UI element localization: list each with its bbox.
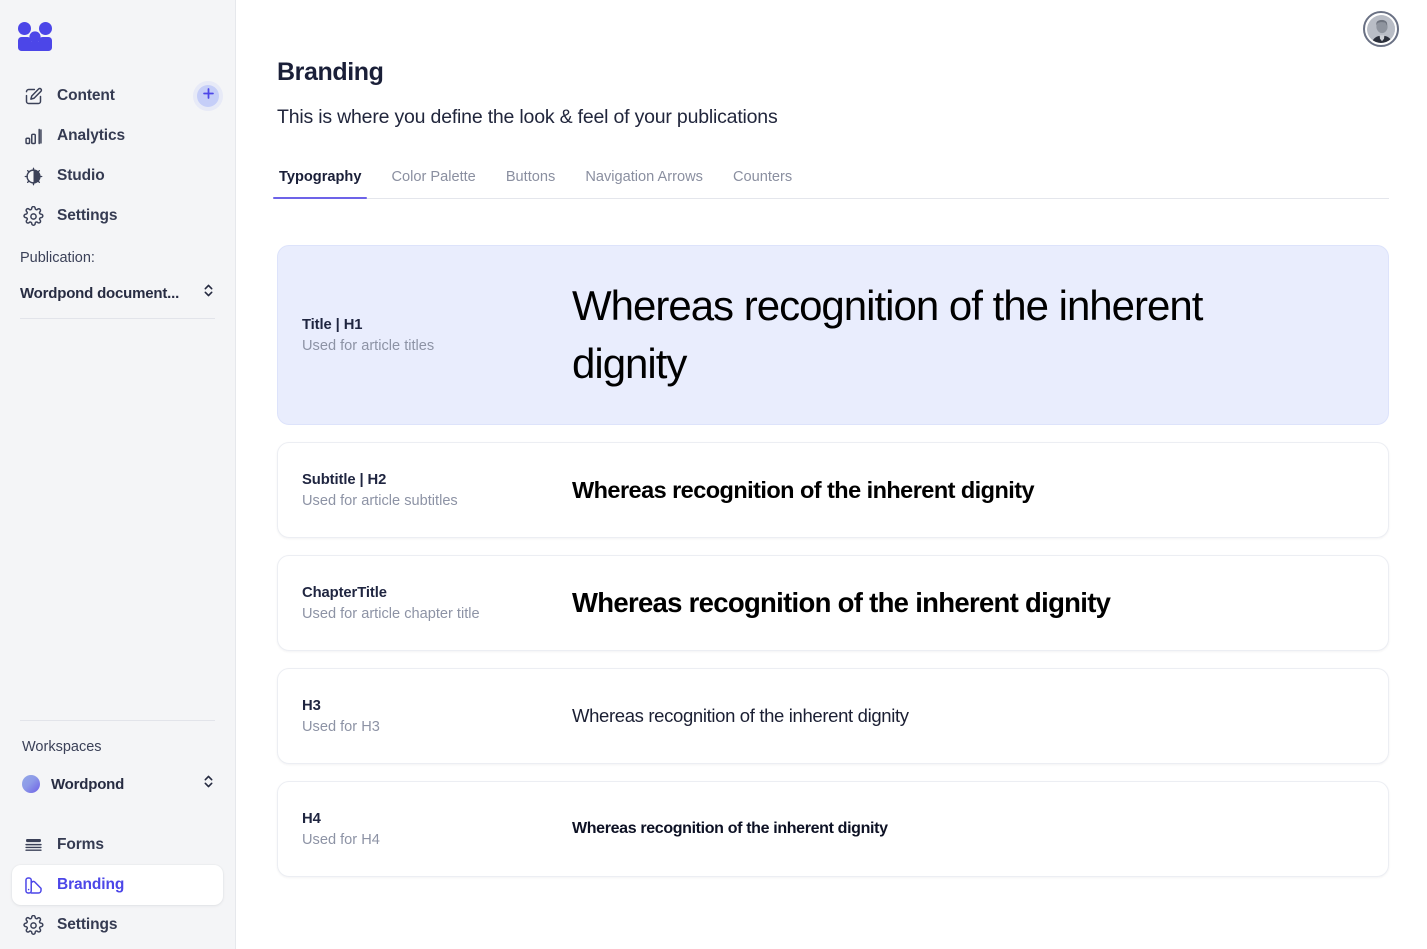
sample-text: Whereas recognition of the inherent dign… [572, 820, 888, 837]
tab-bar: Typography Color Palette Buttons Navigat… [272, 169, 1389, 199]
bar-chart-icon [22, 125, 44, 147]
sample-text: Whereas recognition of the inherent dign… [572, 476, 1035, 503]
add-content-button[interactable] [197, 85, 219, 107]
main-content: Branding This is where you define the lo… [236, 0, 1427, 949]
gear-icon [22, 914, 44, 936]
tab-navigation-arrows[interactable]: Navigation Arrows [583, 169, 705, 198]
logo-wrapper[interactable] [0, 0, 235, 62]
sidebar-item-analytics[interactable]: Analytics [12, 116, 223, 156]
sidebar-divider [20, 720, 215, 721]
sidebar-item-label: Analytics [57, 127, 126, 144]
chevron-up-down-icon [202, 282, 215, 304]
workspace-select[interactable]: Wordpond [0, 769, 235, 799]
card-sample: Whereas recognition of the inherent dign… [572, 820, 1364, 838]
tab-typography[interactable]: Typography [272, 169, 368, 199]
chevron-up-down-icon [202, 773, 215, 795]
sidebar-item-label: Branding [57, 876, 125, 893]
workspace-selected-value: Wordpond [51, 775, 125, 793]
publication-section: Publication: Wordpond document... [0, 236, 235, 319]
publication-select[interactable]: Wordpond document... [20, 282, 215, 319]
publication-label: Publication: [20, 250, 95, 266]
typography-card-h4[interactable]: H4 Used for H4 Whereas recognition of th… [277, 781, 1389, 877]
app-root: Content Analytics Studio Settings Public… [0, 0, 1427, 949]
user-avatar-icon [1367, 15, 1395, 43]
card-sample: Whereas recognition of the inherent dign… [572, 705, 1364, 727]
card-meta: Title | H1 Used for article titles [302, 317, 572, 354]
card-style-description: Used for article titles [302, 337, 435, 354]
sample-text: Whereas recognition of the inherent dign… [572, 705, 909, 726]
tab-buttons[interactable]: Buttons [504, 169, 558, 198]
publication-selected-value: Wordpond document... [20, 284, 180, 302]
three-people-logo [14, 16, 56, 58]
sidebar-item-forms[interactable]: Forms [12, 825, 223, 865]
sample-text: Whereas recognition of the inherent dign… [572, 282, 1203, 387]
plus-icon [202, 87, 215, 105]
card-style-name: Title | H1 [302, 316, 363, 333]
sidebar-item-content[interactable]: Content [12, 76, 223, 116]
sidebar-item-label: Settings [57, 916, 118, 933]
typography-card-list: Title | H1 Used for article titles Where… [277, 245, 1389, 877]
sidebar-item-settings[interactable]: Settings [12, 196, 223, 236]
card-style-description: Used for H4 [302, 831, 380, 848]
card-style-name: H3 [302, 697, 321, 714]
card-style-name: ChapterTitle [302, 584, 387, 601]
sidebar-item-label: Content [57, 87, 115, 104]
workspaces-label: Workspaces [22, 739, 102, 755]
sidebar: Content Analytics Studio Settings Public… [0, 0, 236, 949]
typography-card-chaptertitle[interactable]: ChapterTitle Used for article chapter ti… [277, 555, 1389, 651]
sample-text: Whereas recognition of the inherent dign… [572, 587, 1111, 618]
palette-icon [22, 874, 44, 896]
sidebar-item-label: Studio [57, 167, 105, 184]
sidebar-item-label: Settings [57, 207, 118, 224]
cog-disc-icon [22, 165, 44, 187]
card-style-name: Subtitle | H2 [302, 471, 387, 488]
sidebar-item-label: Forms [57, 836, 104, 853]
card-style-description: Used for H3 [302, 718, 380, 735]
tab-counters[interactable]: Counters [731, 169, 794, 198]
workspace-left: Wordpond [22, 775, 124, 793]
primary-navigation: Content Analytics Studio Settings [0, 76, 235, 236]
sidebar-item-settings-bottom[interactable]: Settings [12, 905, 223, 945]
sidebar-item-branding[interactable]: Branding [12, 865, 223, 905]
secondary-navigation: Forms Branding Settings [0, 825, 235, 945]
card-meta: H4 Used for H4 [302, 811, 572, 848]
pencil-square-icon [22, 85, 44, 107]
page-content: Branding This is where you define the lo… [236, 58, 1427, 877]
sidebar-bottom-section: Workspaces Wordpond Forms Branding Setti… [0, 720, 235, 949]
card-meta: Subtitle | H2 Used for article subtitles [302, 472, 572, 509]
sidebar-item-studio[interactable]: Studio [12, 156, 223, 196]
card-style-name: H4 [302, 810, 321, 827]
card-style-description: Used for article subtitles [302, 492, 458, 509]
card-style-description: Used for article chapter title [302, 605, 480, 622]
card-meta: H3 Used for H3 [302, 698, 572, 735]
typography-card-h2[interactable]: Subtitle | H2 Used for article subtitles… [277, 442, 1389, 538]
workspace-avatar [22, 775, 40, 793]
gear-icon [22, 205, 44, 227]
typography-card-h3[interactable]: H3 Used for H3 Whereas recognition of th… [277, 668, 1389, 764]
tab-color-palette[interactable]: Color Palette [389, 169, 477, 198]
lines-list-icon [22, 834, 44, 856]
card-meta: ChapterTitle Used for article chapter ti… [302, 585, 572, 622]
card-sample: Whereas recognition of the inherent dign… [572, 477, 1364, 504]
card-sample: Whereas recognition of the inherent dign… [572, 587, 1364, 619]
card-sample: Whereas recognition of the inherent dign… [572, 277, 1364, 393]
page-title: Branding [277, 58, 384, 86]
topbar [236, 0, 1427, 58]
typography-card-h1[interactable]: Title | H1 Used for article titles Where… [277, 245, 1389, 425]
avatar[interactable] [1363, 11, 1399, 47]
page-subtitle: This is where you define the look & feel… [277, 106, 778, 128]
